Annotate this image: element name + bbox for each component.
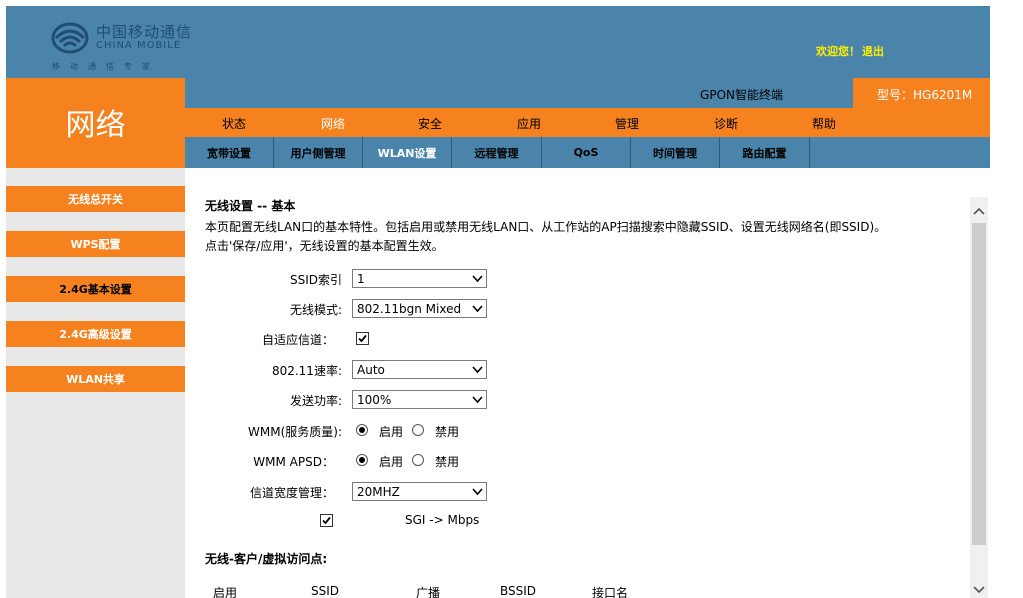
auto-channel-checkbox[interactable] — [356, 332, 369, 345]
sidebar-item-24g-advanced[interactable]: 2.4G高级设置 — [6, 321, 185, 347]
welcome-area: 欢迎您！ 退出 — [816, 43, 884, 59]
main-nav-network[interactable]: 网络 — [321, 115, 345, 132]
column-header-bssid: BSSID — [500, 584, 537, 598]
column-header-enable: 启用 — [213, 586, 238, 598]
column-header-interface: 接口名 — [592, 586, 629, 598]
chevron-down-icon — [472, 488, 483, 496]
rate-select[interactable]: Auto — [352, 360, 487, 379]
main-nav: 状态 网络 安全 应用 管理 诊断 帮助 — [185, 108, 990, 137]
china-mobile-logo-icon — [51, 22, 89, 54]
auto-channel-label: 自适应信道： — [261, 333, 334, 347]
checkmark-icon — [322, 516, 331, 525]
description-line-2: 点击'保存/应用'，无线设置的基本配置生效。 — [205, 239, 444, 253]
sub-nav-wlan[interactable]: WLAN设置 — [363, 137, 452, 168]
sidebar-item-wps[interactable]: WPS配置 — [6, 231, 185, 257]
client-ap-heading: 无线-客户/虚拟访问点: — [205, 552, 328, 566]
model-label: 型号：HG6201M — [877, 88, 973, 102]
chevron-down-icon — [472, 366, 483, 374]
channel-width-select[interactable]: 20MHZ — [352, 482, 487, 501]
sidebar-item-wlan-share[interactable]: WLAN共享 — [6, 366, 185, 392]
main-nav-security[interactable]: 安全 — [418, 115, 442, 132]
wireless-mode-value: 802.11bgn Mixed — [357, 302, 462, 316]
sub-nav-lan-management[interactable]: 用户侧管理 — [274, 137, 363, 168]
ssid-index-select[interactable]: 1 — [352, 269, 487, 288]
ssid-index-label: SSID索引 — [289, 273, 342, 287]
rate-value: Auto — [357, 363, 385, 377]
channel-width-value: 20MHZ — [357, 485, 400, 499]
channel-width-label: 信道宽度管理： — [249, 486, 334, 500]
product-name: GPON智能终端 — [700, 88, 783, 102]
section-title-box: 网络 — [6, 78, 185, 168]
sub-nav-broadband[interactable]: 宽带设置 — [185, 137, 274, 168]
main-nav-application[interactable]: 应用 — [517, 115, 541, 132]
wmm-enable-radio[interactable] — [356, 424, 368, 436]
sgi-label: SGI -> Mbps — [405, 513, 480, 527]
main-nav-help[interactable]: 帮助 — [812, 115, 836, 132]
chevron-down-icon — [472, 305, 483, 313]
checkmark-icon — [358, 334, 367, 343]
wmm-disable-radio[interactable] — [412, 424, 424, 436]
wmm-apsd-disable-radio[interactable] — [412, 454, 424, 466]
logo-slogan: 移动通信专家 — [52, 62, 160, 71]
ssid-index-value: 1 — [357, 272, 365, 286]
column-header-broadcast: 广播 — [416, 586, 441, 598]
sub-nav-time[interactable]: 时间管理 — [631, 137, 720, 168]
logo-text-en: CHINA MOBILE — [96, 40, 182, 51]
sub-nav: 宽带设置 用户侧管理 WLAN设置 远程管理 QoS 时间管理 路由配置 — [185, 137, 990, 168]
sgi-checkbox[interactable] — [320, 514, 333, 527]
rate-label: 802.11速率: — [271, 364, 342, 378]
tx-power-select[interactable]: 100% — [352, 390, 487, 409]
main-nav-status[interactable]: 状态 — [222, 115, 246, 132]
welcome-text: 欢迎您！ — [816, 45, 860, 58]
header-banner: 中国移动通信 CHINA MOBILE 移动通信专家 欢迎您！ 退出 — [6, 6, 990, 78]
model-box: 型号：HG6201M — [853, 78, 990, 108]
wmm-apsd-enable-label: 启用 — [379, 455, 404, 469]
wireless-mode-select[interactable]: 802.11bgn Mixed — [352, 299, 487, 318]
sub-nav-remote[interactable]: 远程管理 — [452, 137, 542, 168]
sub-nav-routing[interactable]: 路由配置 — [720, 137, 810, 168]
china-mobile-logo: 中国移动通信 CHINA MOBILE 移动通信专家 — [50, 18, 210, 74]
sidebar: 无线总开关 WPS配置 2.4G基本设置 2.4G高级设置 WLAN共享 — [6, 168, 185, 598]
column-header-ssid: SSID — [311, 584, 340, 598]
logout-link[interactable]: 退出 — [862, 45, 884, 58]
scroll-down-icon[interactable] — [970, 580, 988, 598]
wmm-apsd-disable-label: 禁用 — [435, 455, 460, 469]
main-nav-management[interactable]: 管理 — [615, 115, 639, 132]
scrollbar-thumb[interactable] — [972, 223, 986, 545]
sidebar-item-24g-basic[interactable]: 2.4G基本设置 — [6, 276, 185, 302]
section-title: 网络 — [65, 108, 126, 143]
chevron-down-icon — [472, 396, 483, 404]
main-nav-diagnosis[interactable]: 诊断 — [714, 115, 738, 132]
tx-power-value: 100% — [357, 393, 392, 407]
wmm-apsd-enable-radio[interactable] — [356, 454, 368, 466]
tx-power-label: 发送功率: — [289, 394, 342, 408]
sub-nav-qos[interactable]: QoS — [542, 137, 631, 168]
wmm-enable-label: 启用 — [379, 425, 404, 439]
logo-text-cn: 中国移动通信 — [96, 23, 193, 41]
description-line-1: 本页配置无线LAN口的基本特性。包括启用或禁用无线LAN口、从工作站的AP扫描搜… — [205, 220, 887, 234]
product-bar: GPON智能终端 — [185, 78, 853, 108]
vertical-scrollbar[interactable] — [970, 197, 988, 598]
page-title: 无线设置 -- 基本 — [205, 199, 296, 213]
wireless-mode-label: 无线模式: — [289, 303, 342, 317]
wmm-apsd-label: WMM APSD： — [253, 455, 334, 469]
wmm-disable-label: 禁用 — [435, 425, 460, 439]
sidebar-item-wireless-switch[interactable]: 无线总开关 — [6, 186, 185, 212]
wmm-label: WMM(服务质量): — [248, 425, 342, 439]
scroll-up-icon[interactable] — [970, 201, 988, 221]
chevron-down-icon — [472, 275, 483, 283]
